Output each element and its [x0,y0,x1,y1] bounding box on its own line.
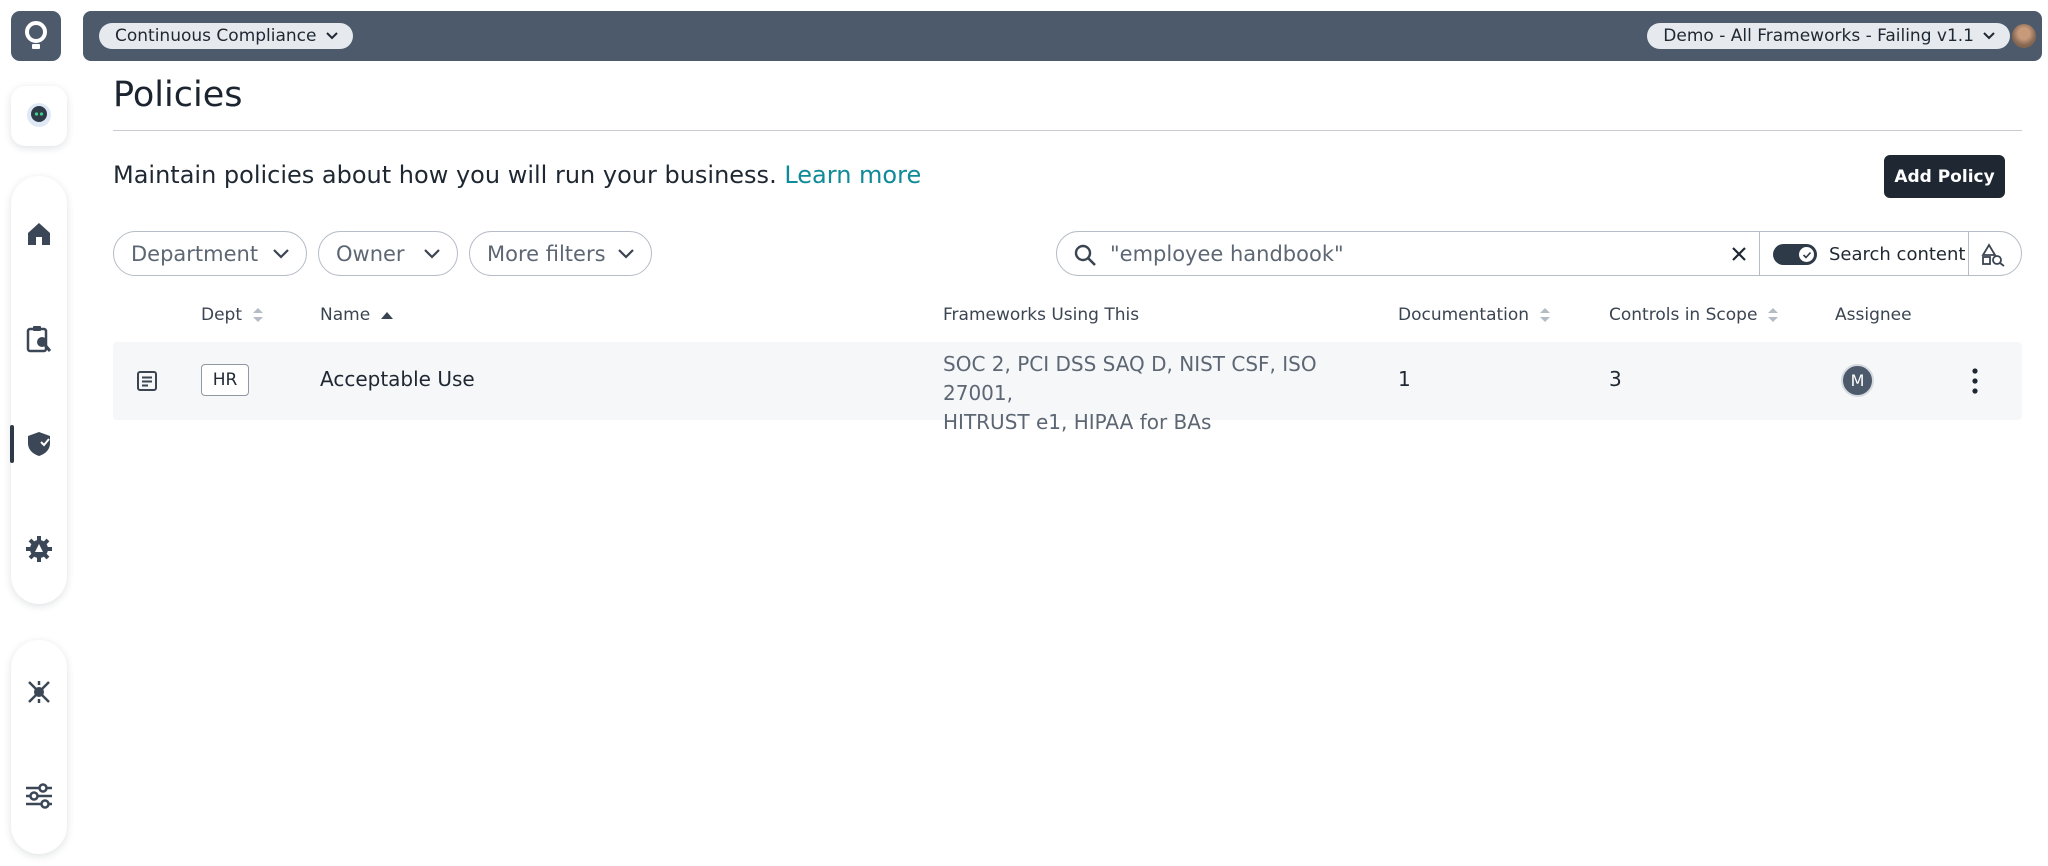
page-title: Policies [113,75,243,115]
column-header-frameworks: Frameworks Using This [943,305,1139,325]
nav-connections[interactable] [11,664,67,720]
search-content-label: Search content [1829,244,1966,265]
chevron-down-icon [618,248,634,259]
search-content-toggle[interactable] [1773,244,1817,265]
more-filters-label: More filters [487,241,606,266]
column-label: Controls in Scope [1609,305,1758,325]
column-label: Assignee [1835,305,1912,325]
assignee-avatar[interactable]: M [1841,364,1874,397]
search-divider [1759,232,1760,275]
assistant-icon [27,103,51,127]
column-header-dept[interactable]: Dept [201,305,264,325]
nav-preferences[interactable] [11,768,67,824]
more-filters[interactable]: More filters [469,231,652,276]
sort-icon [1540,308,1551,322]
column-header-controls[interactable]: Controls in Scope [1609,305,1779,325]
app-logo[interactable] [11,11,61,61]
sort-icon [253,308,264,322]
frameworks-cell: SOC 2, PCI DSS SAQ D, NIST CSF, ISO 2700… [943,350,1363,437]
table-row[interactable]: HR Acceptable Use SOC 2, PCI DSS SAQ D, … [113,342,2022,434]
frameworks-line: SOC 2, PCI DSS SAQ D, NIST CSF, ISO 2700… [943,352,1317,405]
search-icon [1074,244,1096,266]
assistant-button[interactable] [11,86,67,146]
hub-icon [28,681,50,703]
more-options-icon[interactable] [1969,364,1981,398]
column-header-assignee: Assignee [1835,305,1912,325]
workspace-label: Continuous Compliance [115,26,317,46]
clear-icon[interactable] [1728,243,1750,265]
user-avatar[interactable] [2012,24,2036,48]
documentation-count: 1 [1398,367,1411,391]
policy-search: "employee handbook" Search content [1056,231,2022,276]
sliders-icon [26,783,52,809]
framework-selector[interactable]: Demo - All Frameworks - Failing v1.1 [1647,23,2010,49]
learn-more-link[interactable]: Learn more [784,161,921,189]
document-icon [137,371,157,391]
top-bar: Continuous Compliance Demo - All Framewo… [83,11,2042,61]
sort-icon [1768,308,1779,322]
owner-filter-label: Owner [336,241,405,266]
title-divider [113,130,2022,131]
search-divider [1968,232,1969,275]
primary-nav [10,176,67,604]
department-filter[interactable]: Department [113,231,307,276]
logo-icon [25,21,47,49]
description-text: Maintain policies about how you will run… [113,161,777,189]
column-label: Documentation [1398,305,1530,325]
column-label: Name [320,305,371,325]
workspace-selector[interactable]: Continuous Compliance [99,23,353,49]
sort-ascending-icon [381,312,394,319]
add-policy-button[interactable]: Add Policy [1884,155,2005,198]
owner-filter[interactable]: Owner [318,231,458,276]
dept-badge: HR [201,364,249,396]
clipboard-search-icon [26,326,52,353]
nav-policies[interactable] [11,416,67,472]
nav-settings[interactable] [11,521,67,577]
page-description: Maintain policies about how you will run… [113,161,921,189]
home-icon [28,223,50,245]
chevron-down-icon [1983,32,1995,40]
secondary-nav [11,640,67,854]
frameworks-line: HITRUST e1, HIPAA for BAs [943,410,1212,434]
controls-count: 3 [1609,367,1622,391]
chevron-down-icon [325,32,338,40]
toggle-knob [1799,247,1814,262]
nav-home[interactable] [11,206,67,262]
column-label: Frameworks Using This [943,305,1140,325]
check-icon [1802,251,1811,259]
nav-audits[interactable] [11,311,67,367]
column-label: Dept [201,305,243,325]
department-filter-label: Department [131,241,259,266]
advanced-search-icon[interactable] [1981,243,2005,267]
shield-icon [28,432,50,456]
chevron-down-icon [424,248,440,259]
search-input[interactable]: "employee handbook" [1110,242,1344,266]
column-header-documentation[interactable]: Documentation [1398,305,1551,325]
column-header-name[interactable]: Name [320,305,394,325]
framework-label: Demo - All Frameworks - Failing v1.1 [1663,26,1974,46]
policy-name[interactable]: Acceptable Use [320,367,475,391]
chevron-down-icon [273,248,289,259]
gear-alert-icon [26,536,52,562]
